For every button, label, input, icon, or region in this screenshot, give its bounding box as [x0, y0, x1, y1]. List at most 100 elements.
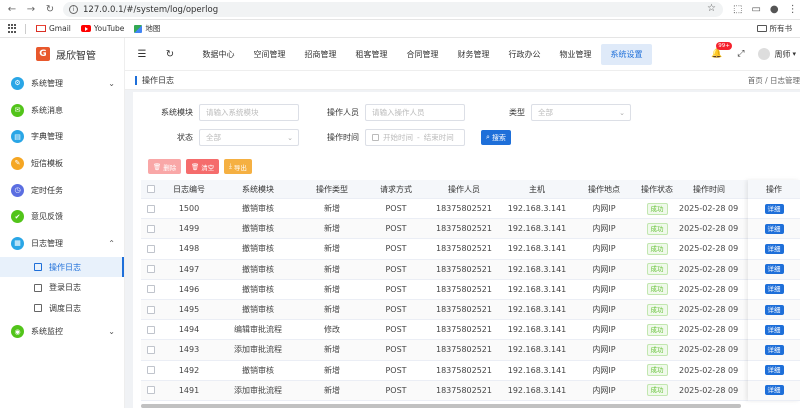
fixed-action-column: 操作 详细 详细 详细 详细 详细 详细 详细 详细 详细 详细: [748, 180, 800, 401]
type-select[interactable]: 全部 ⌄: [531, 104, 631, 121]
checkbox[interactable]: [147, 185, 155, 193]
sidebar-item-1[interactable]: ✉ 系统消息: [0, 97, 124, 124]
fullscreen-icon[interactable]: ⤢: [737, 49, 744, 59]
site-info-icon[interactable]: i: [69, 5, 78, 14]
table-row: 1491 添加审批流程 新增 POST 18375802521 192.168.3.141…: [141, 380, 800, 401]
detail-button[interactable]: 详细: [764, 223, 784, 234]
clear-button[interactable]: 🗑 清空: [186, 159, 220, 174]
column-header: 操作人员: [448, 184, 480, 194]
cell-operator: 18375802521: [436, 385, 492, 395]
checkbox[interactable]: [147, 244, 155, 253]
avatar[interactable]: [758, 48, 771, 60]
cell-location: 内网IP: [592, 325, 616, 335]
status-badge: 成功: [646, 384, 668, 397]
extensions-icon[interactable]: ⬚: [733, 4, 742, 15]
cell-location: 内网IP: [592, 385, 616, 395]
all-bookmarks[interactable]: 所有书: [756, 23, 792, 34]
refresh-icon[interactable]: ↻: [163, 49, 177, 60]
sidebar-item-0[interactable]: ⚙ 系统管理 ⌄: [0, 70, 124, 97]
profile-icon[interactable]: ●: [770, 4, 779, 15]
username[interactable]: 周师: [774, 49, 790, 60]
table-row: 1497 撤销审核 新增 POST 18375802521 192.168.3.141 内网…: [141, 259, 800, 280]
detail-button[interactable]: 详细: [764, 243, 784, 254]
checkbox[interactable]: [147, 325, 155, 334]
trash-icon: 🗑: [191, 162, 200, 171]
detail-button[interactable]: 详细: [764, 344, 784, 355]
cell-type: 新增: [324, 204, 340, 214]
checkbox[interactable]: [147, 204, 155, 213]
export-button[interactable]: ⤓ 导出: [224, 159, 252, 174]
delete-button[interactable]: 🗑 删除: [148, 159, 182, 174]
sidebar-item-5[interactable]: ✔ 意见反馈: [0, 203, 124, 230]
hamburger-icon[interactable]: ☰: [135, 49, 149, 60]
top-nav-tab[interactable]: 招商管理: [295, 44, 346, 65]
checkbox[interactable]: [147, 386, 155, 395]
bookmark-youtube[interactable]: YouTube: [80, 24, 124, 33]
checkbox[interactable]: [147, 366, 155, 375]
status-select[interactable]: 全部 ⌄: [199, 129, 299, 146]
operlog-table: 日志编号 系统模块 操作类型 请求方式 操作人员 主机 操作地点 操作状态 操作时间 1500 撤销…: [141, 180, 800, 401]
top-nav-tab[interactable]: 系统设置: [601, 43, 652, 65]
top-nav-tab[interactable]: 合同管理: [397, 44, 448, 65]
cell-module: 添加审批流程: [234, 385, 282, 395]
checkbox[interactable]: [147, 265, 155, 274]
operator-input[interactable]: 请输入操作人员: [365, 104, 465, 121]
breadcrumb[interactable]: 首页 / 日志管理: [748, 75, 800, 86]
cell-host: 192.168.3.141: [507, 284, 567, 294]
sidebar-item-3[interactable]: ✎ 短信模板: [0, 150, 124, 177]
search-button[interactable]: ⌕ 搜索: [481, 130, 511, 145]
detail-button[interactable]: 详细: [764, 264, 784, 275]
status-badge: 成功: [646, 323, 668, 336]
select-all-checkbox[interactable]: [141, 185, 161, 193]
top-nav-tab[interactable]: 物业管理: [550, 44, 601, 65]
cell-method: POST: [385, 385, 407, 395]
clock-icon: ◷: [11, 183, 24, 197]
checkbox[interactable]: [147, 305, 155, 314]
sidebar-item-2[interactable]: ▤ 字典管理: [0, 123, 124, 150]
checkbox[interactable]: [147, 285, 155, 294]
detail-button[interactable]: 详细: [764, 304, 784, 315]
forward-icon[interactable]: →: [24, 3, 38, 17]
detail-button[interactable]: 详细: [764, 284, 784, 295]
apps-grid-icon[interactable]: [8, 24, 17, 33]
top-nav-tab[interactable]: 行政办公: [499, 44, 550, 65]
bookmark-star-icon[interactable]: ☆: [707, 3, 716, 14]
sidebar-subitem-2[interactable]: 调度日志: [0, 298, 124, 319]
cell-status: 成功: [635, 364, 679, 377]
action-column-header: 操作: [748, 180, 800, 199]
address-bar[interactable]: i 127.0.0.1/#/system/log/operlog ☆: [63, 2, 723, 17]
horizontal-scrollbar[interactable]: [141, 404, 741, 408]
menu-dots-icon[interactable]: ⋮: [788, 4, 798, 15]
action-cell: 详细: [748, 219, 800, 240]
sidebar-item-monitor[interactable]: ◉ 系统监控 ⌄: [0, 318, 124, 345]
cell-time: 2025-02-28 09:: [679, 325, 739, 335]
top-nav-tab[interactable]: 财务管理: [448, 44, 499, 65]
top-nav-tab[interactable]: 数据中心: [193, 44, 244, 65]
cell-host: 192.168.3.141: [507, 264, 567, 274]
detail-button[interactable]: 详细: [764, 203, 784, 214]
status-badge: 成功: [646, 303, 668, 316]
checkbox[interactable]: [147, 224, 155, 233]
cell-host: 192.168.3.141: [507, 345, 567, 355]
top-nav-tab[interactable]: 空间管理: [244, 44, 295, 65]
module-input[interactable]: 请输入系统模块: [199, 104, 299, 121]
chevron-down-icon[interactable]: ▾: [792, 50, 796, 58]
detail-button[interactable]: 详细: [764, 324, 784, 335]
reload-icon[interactable]: ↻: [43, 3, 57, 17]
bookmark-maps[interactable]: 地图: [134, 23, 160, 34]
bell-icon[interactable]: 🔔 99+: [711, 42, 732, 59]
sidebar-item-6[interactable]: ▦ 日志管理 ⌃: [0, 230, 124, 257]
back-icon[interactable]: ←: [5, 3, 19, 17]
sidebar-subitem-0[interactable]: 操作日志: [0, 256, 124, 278]
date-range-picker[interactable]: 开始时间 - 结束时间: [365, 129, 465, 146]
top-nav-tab[interactable]: 租客管理: [346, 44, 397, 65]
checkbox[interactable]: [147, 345, 155, 354]
bookmark-gmail[interactable]: Gmail: [36, 24, 71, 33]
sidebar-icon[interactable]: ▭: [751, 4, 760, 15]
sidebar-item-4[interactable]: ◷ 定时任务: [0, 177, 124, 204]
row-checkbox-cell: [141, 345, 161, 354]
detail-button[interactable]: 详细: [764, 385, 784, 396]
sidebar-subitem-1[interactable]: 登录日志: [0, 277, 124, 298]
detail-button[interactable]: 详细: [764, 365, 784, 376]
cell-operator: 18375802521: [436, 264, 492, 274]
